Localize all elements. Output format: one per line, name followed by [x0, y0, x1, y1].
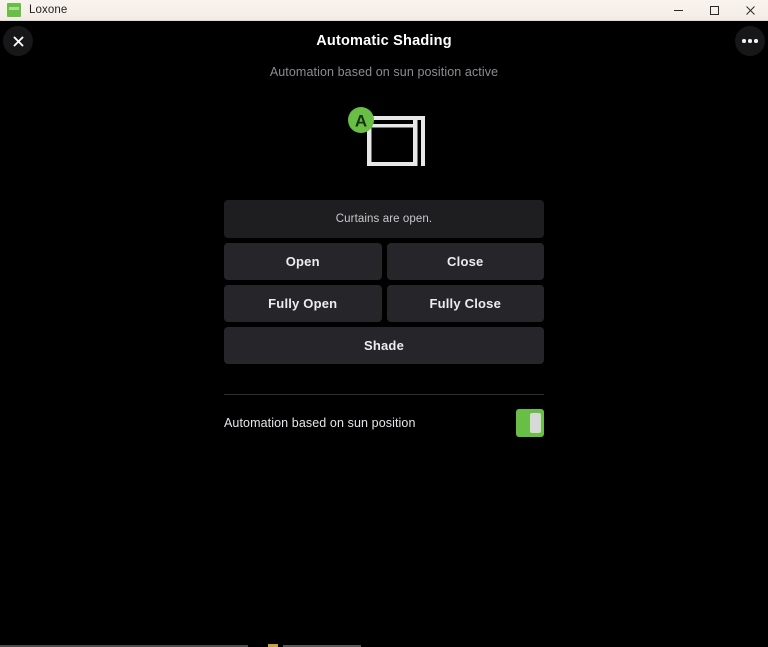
- loxone-logo-icon: [7, 3, 21, 17]
- background-window-sliver: [0, 643, 768, 647]
- open-button[interactable]: Open: [224, 243, 382, 280]
- minimize-icon[interactable]: [660, 0, 696, 21]
- button-row-shade: Shade: [224, 327, 544, 364]
- close-button[interactable]: Close: [386, 243, 544, 280]
- curtain-open-icon: A: [0, 104, 768, 176]
- shade-button[interactable]: Shade: [224, 327, 544, 364]
- automation-label: Automation based on sun position: [224, 416, 416, 430]
- fully-close-button[interactable]: Fully Close: [386, 285, 544, 322]
- maximize-icon[interactable]: [696, 0, 732, 21]
- window-title: Loxone: [29, 4, 68, 16]
- window-controls: [660, 0, 768, 21]
- page-title: Automatic Shading: [316, 33, 452, 49]
- section-divider: [224, 394, 544, 395]
- control-stack: Curtains are open. Open Close Fully Open…: [224, 200, 544, 443]
- automation-row: Automation based on sun position: [224, 403, 544, 443]
- button-row-primary: Open Close: [224, 243, 544, 280]
- page-subtitle: Automation based on sun position active: [269, 65, 499, 79]
- automation-toggle[interactable]: [516, 409, 544, 437]
- automation-badge-label: A: [355, 112, 367, 131]
- status-text: Curtains are open.: [335, 213, 433, 225]
- button-row-secondary: Fully Open Fully Close: [224, 285, 544, 322]
- window-title-bar: Loxone: [0, 0, 768, 21]
- fully-open-button[interactable]: Fully Open: [224, 285, 382, 322]
- status-panel: Curtains are open.: [224, 200, 544, 238]
- toggle-knob: [530, 413, 541, 433]
- close-icon[interactable]: [732, 0, 768, 21]
- app-window: Loxone Automatic Shading Automation base…: [0, 0, 768, 647]
- page-header: Automatic Shading Automation based on su…: [0, 21, 768, 93]
